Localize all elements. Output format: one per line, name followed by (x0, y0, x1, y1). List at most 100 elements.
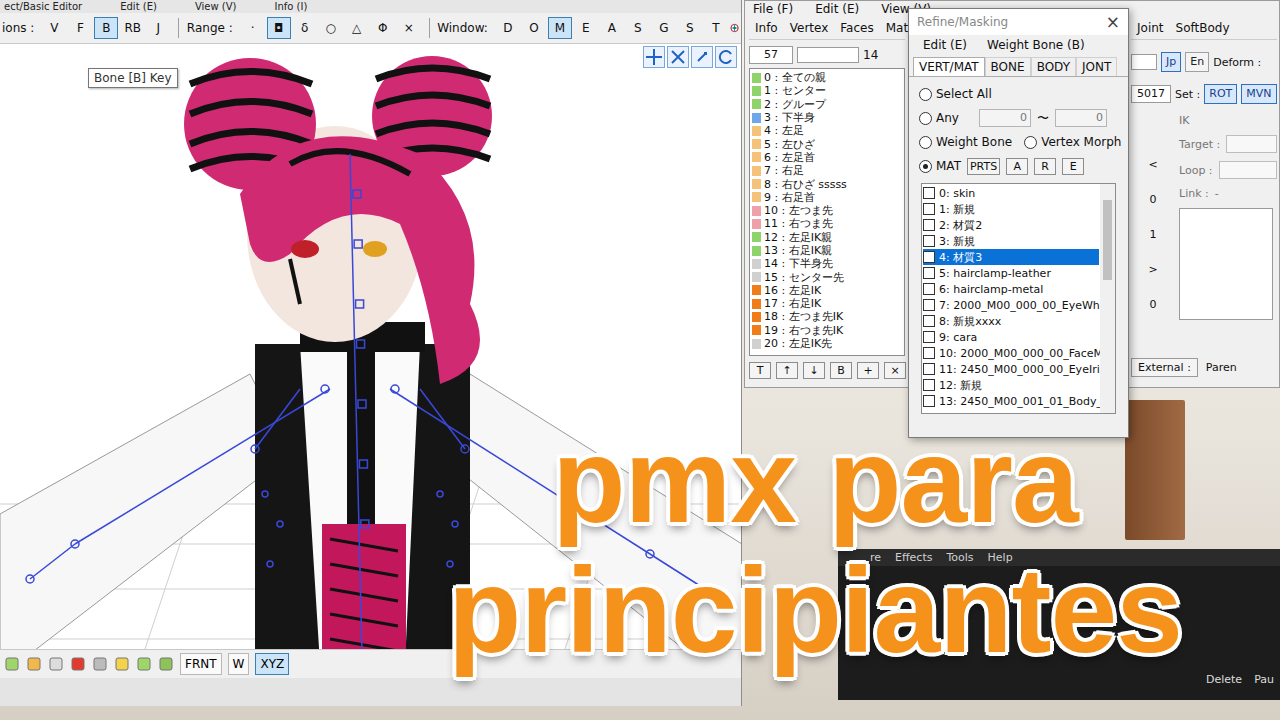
list-button[interactable]: ↑ (776, 362, 798, 379)
tab[interactable]: Joint (1131, 19, 1170, 37)
window-button[interactable]: O (522, 17, 546, 39)
material-row[interactable]: 9: cara (923, 329, 1099, 345)
radio-option[interactable]: Any (919, 111, 959, 125)
bone-row[interactable]: 8 : 右ひざ sssss (752, 177, 904, 190)
tool-icon[interactable] (114, 656, 130, 672)
view-button[interactable]: W (228, 653, 250, 675)
tool-icon[interactable] (158, 656, 174, 672)
window-button[interactable]: S (626, 17, 650, 39)
checkbox[interactable] (923, 187, 935, 199)
view-button[interactable]: FRNT (180, 653, 222, 675)
checkbox[interactable] (923, 219, 935, 231)
bone-row[interactable]: 3 : 下半身 (752, 111, 904, 124)
scrollbar[interactable] (1100, 184, 1115, 413)
material-row[interactable]: 13: 2450_M00_001_01_Body_ (923, 393, 1099, 409)
globe-icon[interactable] (730, 18, 739, 38)
checkbox[interactable] (923, 347, 935, 359)
option-button[interactable]: RB (120, 17, 144, 39)
checkbox[interactable] (923, 379, 935, 391)
name-field[interactable] (797, 47, 859, 63)
menu-item[interactable]: View (V) (195, 1, 237, 13)
range-button[interactable]: ○ (319, 17, 343, 39)
window-button[interactable]: M (548, 17, 572, 39)
material-row[interactable]: 6: hairclamp-metal (923, 281, 1099, 297)
window-button[interactable]: A (600, 17, 624, 39)
range-button[interactable]: · (241, 17, 265, 39)
menu-item[interactable]: Weight Bone (B) (987, 38, 1085, 52)
side-value[interactable]: < (1148, 158, 1157, 171)
external-button[interactable]: External : (1131, 358, 1198, 377)
bone-row[interactable]: 4 : 左足 (752, 124, 904, 137)
bone-row[interactable]: 17 : 右足IK (752, 297, 904, 310)
bone-row[interactable]: 9 : 右足首 (752, 191, 904, 204)
bone-row[interactable]: 20 : 左足IK先 (752, 337, 904, 350)
checkbox[interactable] (923, 251, 935, 263)
radio-option[interactable]: Weight Bone (919, 135, 1012, 149)
material-row[interactable]: 7: 2000_M00_000_00_EyeWh (923, 297, 1099, 313)
material-row[interactable]: 8: 新規xxxx (923, 313, 1099, 329)
checkbox[interactable] (923, 363, 935, 375)
material-row[interactable]: 5: hairclamp-leather (923, 265, 1099, 281)
ik-input[interactable] (1226, 135, 1277, 153)
side-value[interactable]: 0 (1150, 193, 1157, 206)
checkbox[interactable] (923, 299, 935, 311)
material-row[interactable]: 0: skin (923, 185, 1099, 201)
bone-row[interactable]: 6 : 左足首 (752, 151, 904, 164)
tool-icon[interactable] (4, 656, 20, 672)
range-button[interactable]: δ (293, 17, 317, 39)
tool-icon[interactable] (92, 656, 108, 672)
tool-icon[interactable] (70, 656, 86, 672)
material-row[interactable]: 11: 2450_M00_000_00_EyeIris (923, 361, 1099, 377)
material-row[interactable]: 12: 新規 (923, 377, 1099, 393)
move-icon[interactable] (643, 46, 665, 68)
index-field[interactable]: 57 (749, 46, 793, 64)
side-value[interactable]: > (1148, 263, 1157, 276)
scroll-thumb[interactable] (1103, 200, 1112, 280)
range-button[interactable]: ◘ (267, 17, 291, 39)
menu-item[interactable]: ect/Basic Editor (4, 1, 82, 13)
text-field[interactable] (1131, 54, 1157, 70)
window-button[interactable]: G (652, 17, 676, 39)
window-button[interactable]: D (496, 17, 520, 39)
radio-option[interactable]: MAT (919, 159, 961, 173)
checkbox[interactable] (923, 235, 935, 247)
option-button[interactable]: F (68, 17, 92, 39)
checkbox[interactable] (923, 395, 935, 407)
material-row[interactable]: 2: 材質2 (923, 217, 1099, 233)
radio-option[interactable]: Vertex Morph (1024, 135, 1121, 149)
tool-icon[interactable] (26, 656, 42, 672)
side-value[interactable]: 0 (1150, 298, 1157, 311)
material-button[interactable]: PRTS (967, 158, 1000, 175)
window-button[interactable]: S (678, 17, 702, 39)
checkbox[interactable] (923, 331, 935, 343)
list-button[interactable]: B (830, 362, 852, 379)
option-button[interactable]: B (94, 17, 118, 39)
material-button[interactable]: R (1034, 158, 1056, 175)
set-button[interactable]: ROT (1204, 84, 1237, 104)
language-button[interactable]: Jp (1161, 52, 1181, 72)
tab[interactable]: JONT (1076, 57, 1117, 76)
close-button[interactable]: × (1106, 12, 1120, 32)
checkbox[interactable] (923, 283, 935, 295)
bone-row[interactable]: 13 : 右足IK親 (752, 244, 904, 257)
number-field[interactable]: 0 (979, 109, 1031, 127)
menu-item[interactable]: Edit (E) (923, 38, 967, 52)
bone-row[interactable]: 19 : 右つま先IK (752, 324, 904, 337)
material-row[interactable]: 4: 材質3 (923, 249, 1099, 265)
tab[interactable]: SoftBody (1170, 19, 1236, 37)
material-button[interactable]: A (1006, 158, 1028, 175)
bone-row[interactable]: 1 : センター (752, 84, 904, 97)
list-button[interactable]: × (884, 362, 906, 379)
range-button[interactable]: △ (345, 17, 369, 39)
bone-row[interactable]: 18 : 左つま先IK (752, 310, 904, 323)
tab[interactable]: VERT/MAT (913, 57, 985, 76)
bone-row[interactable]: 7 : 右足 (752, 164, 904, 177)
checkbox[interactable] (923, 315, 935, 327)
tool-icon[interactable] (48, 656, 64, 672)
tool-icon[interactable] (136, 656, 152, 672)
menu-item[interactable]: Info (I) (274, 1, 307, 13)
vertex-field[interactable]: 5017 (1131, 85, 1171, 103)
tab[interactable]: BODY (1031, 57, 1076, 76)
bone-row[interactable]: 15 : センター先 (752, 270, 904, 283)
material-row[interactable]: 3: 新規 (923, 233, 1099, 249)
